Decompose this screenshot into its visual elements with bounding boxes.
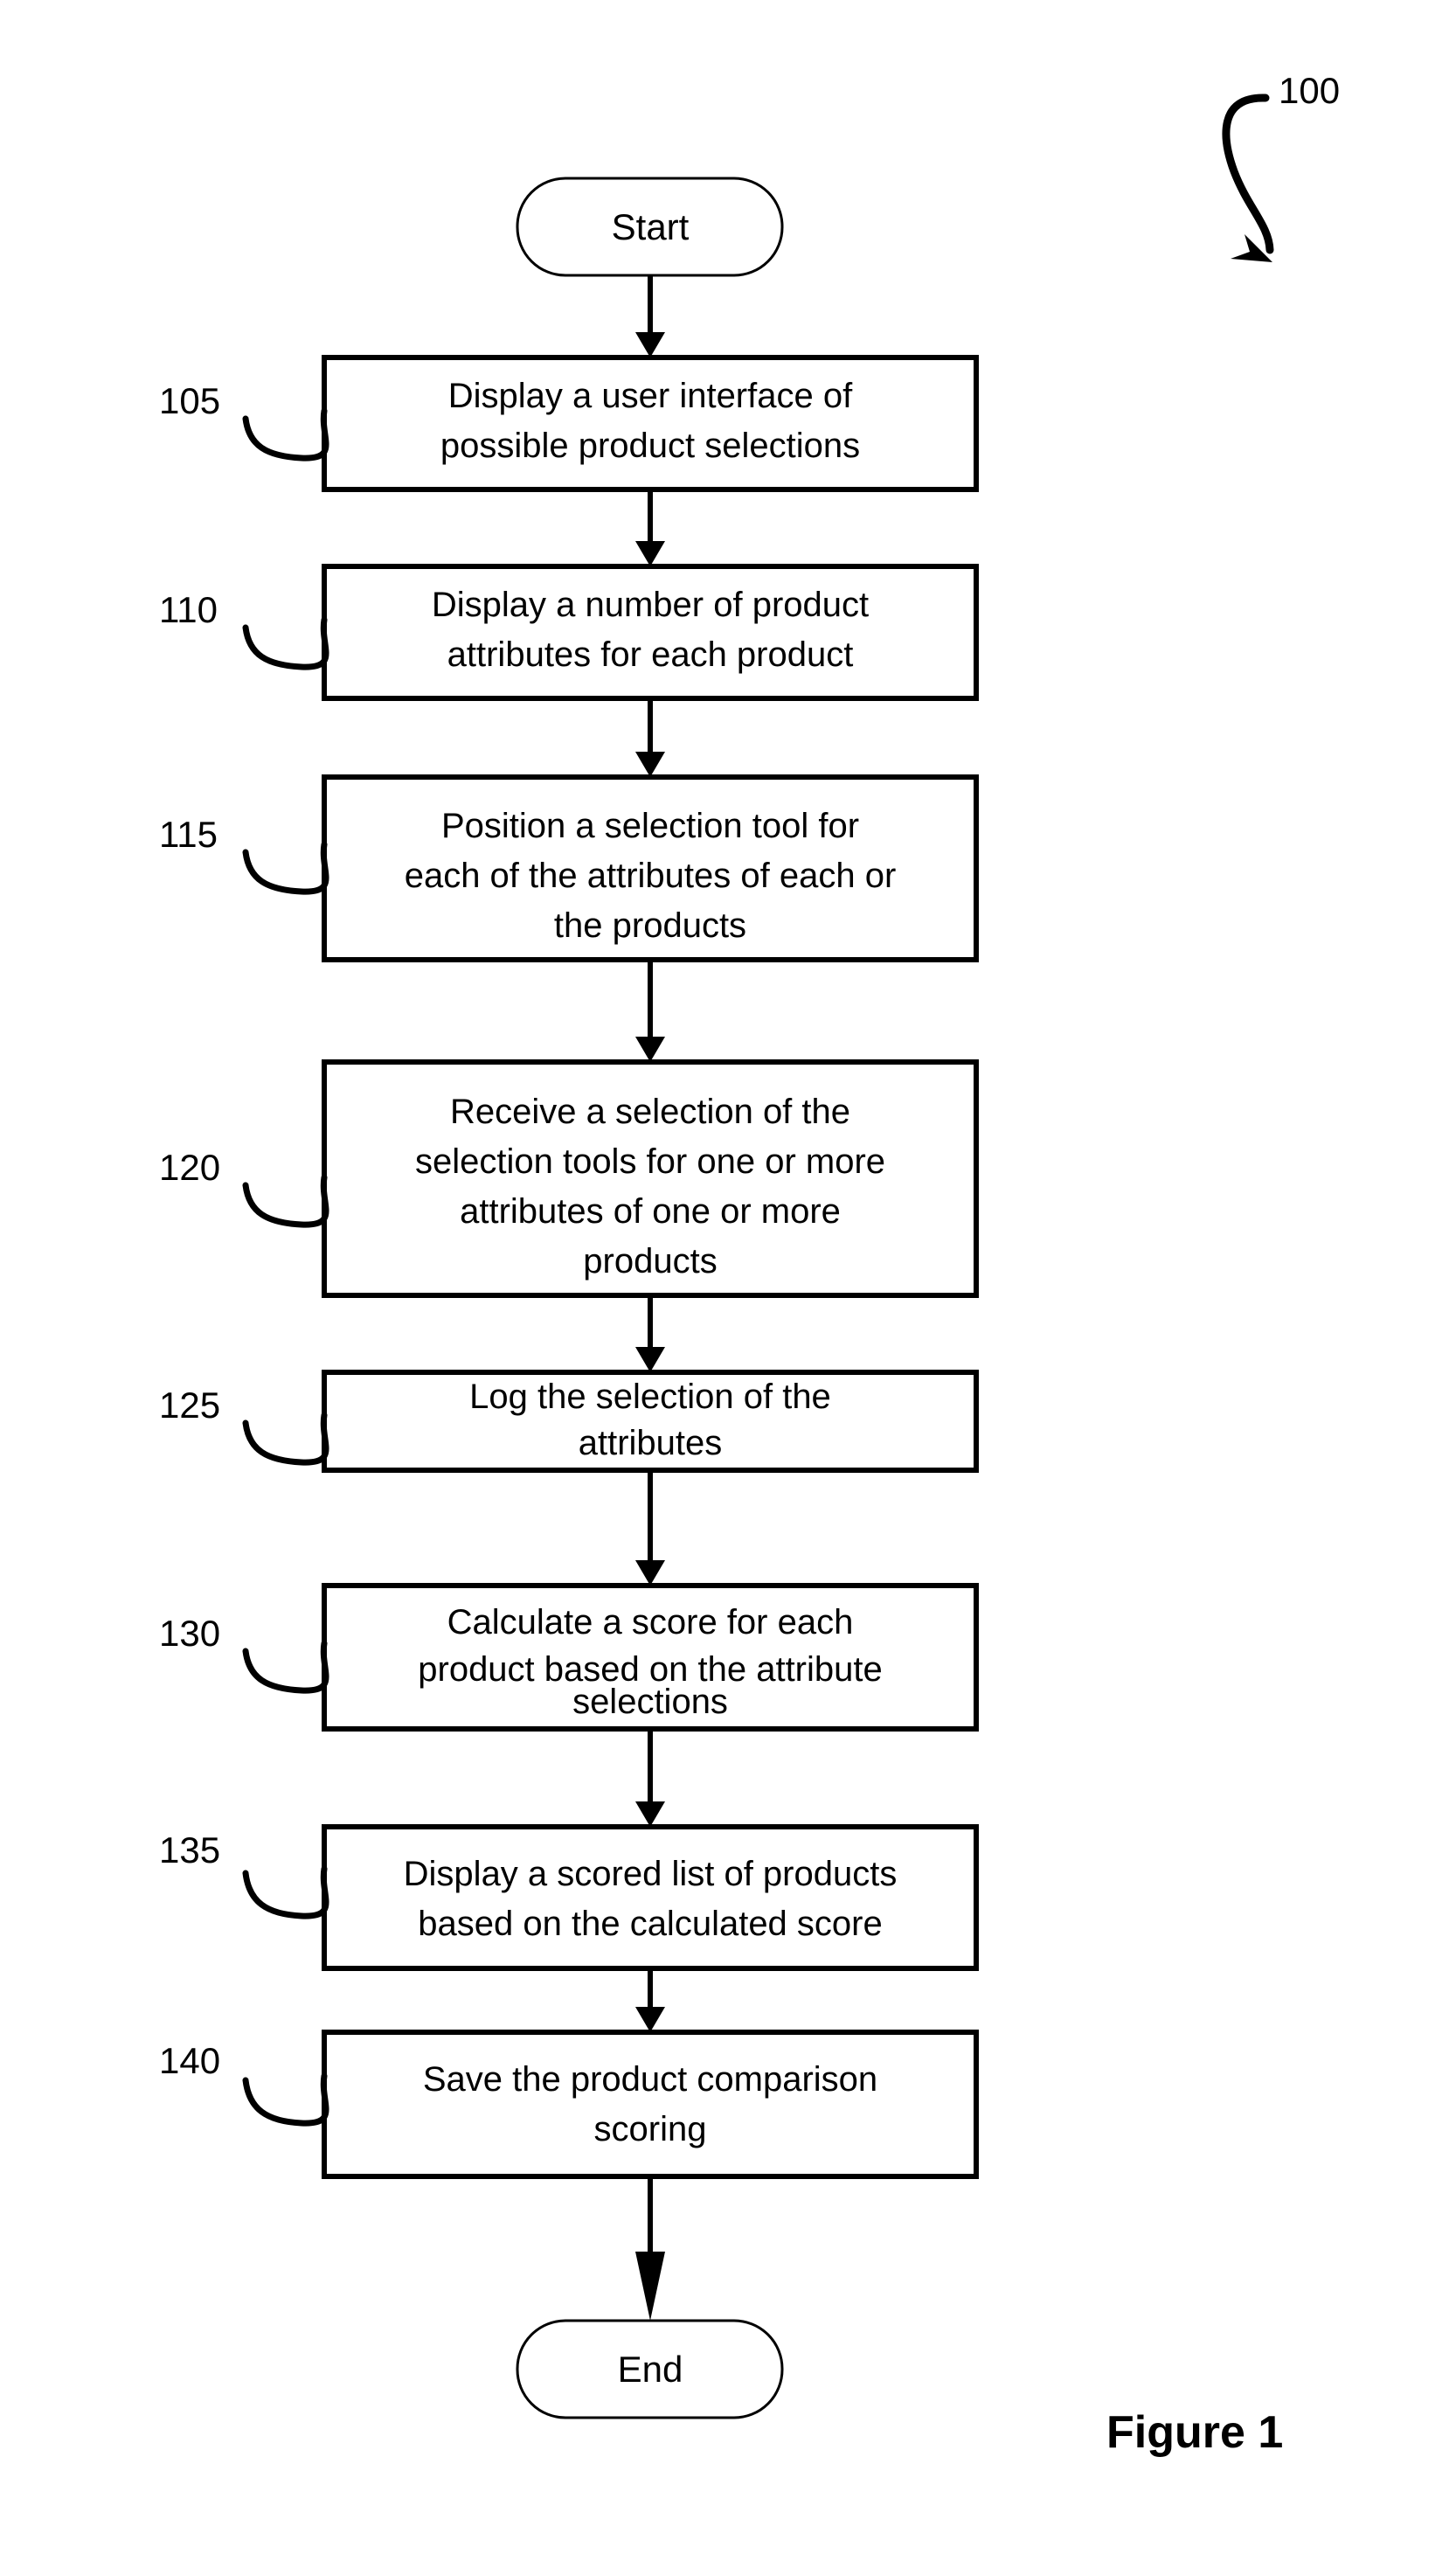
step-135-line-2: based on the calculated score xyxy=(418,1905,882,1943)
connector-140-to-end xyxy=(635,2176,665,2321)
step-135-line-1: Display a scored list of products xyxy=(404,1855,898,1893)
step-120-line-4: products xyxy=(583,1242,717,1281)
process-box-110: Display a number of product attributes f… xyxy=(159,564,979,701)
step-140-reference-number: 140 xyxy=(159,2040,220,2081)
step-130-line-1: Calculate a score for each xyxy=(447,1603,854,1641)
step-140-line-2: scoring xyxy=(594,2110,707,2148)
step-115-line-1: Position a selection tool for xyxy=(441,807,859,845)
step-140-leader xyxy=(242,2072,329,2127)
connector-130-to-135 xyxy=(635,1729,665,1827)
step-140-line-1: Save the product comparison xyxy=(423,2060,877,2099)
step-125-leader xyxy=(242,1412,329,1466)
connector-110-to-115 xyxy=(635,698,665,777)
step-120-line-2: selection tools for one or more xyxy=(415,1142,885,1181)
step-105-leader xyxy=(242,407,329,462)
step-120-line-1: Receive a selection of the xyxy=(450,1093,850,1131)
patent-figure: 100 Start Display a user interface of po… xyxy=(0,0,1456,2575)
step-130-reference-number: 130 xyxy=(159,1613,220,1654)
terminal-start: Start xyxy=(516,177,784,277)
step-140-shape xyxy=(322,2030,979,2179)
start-label: Start xyxy=(612,206,690,247)
step-110-leader xyxy=(242,616,329,670)
step-120-leader xyxy=(242,1174,329,1228)
step-125-line-2: attributes xyxy=(579,1424,723,1462)
figure-reference-number: 100 xyxy=(1279,70,1340,111)
step-135-reference-number: 135 xyxy=(159,1829,220,1871)
process-box-105: Display a user interface of possible pro… xyxy=(159,355,979,492)
step-125-reference-number: 125 xyxy=(159,1385,220,1426)
step-130-line-3: selections xyxy=(572,1683,728,1721)
step-115-line-3: the products xyxy=(554,906,746,945)
step-120-line-3: attributes of one or more xyxy=(460,1192,841,1231)
process-box-140: Save the product comparison scoring 140 xyxy=(159,2030,979,2179)
step-115-leader xyxy=(242,841,329,895)
step-125-line-1: Log the selection of the xyxy=(469,1378,831,1416)
terminal-end: End xyxy=(516,2319,784,2419)
process-box-120: Receive a selection of the selection too… xyxy=(159,1059,979,1298)
step-110-reference-number: 110 xyxy=(159,589,218,630)
step-115-line-2: each of the attributes of each or xyxy=(405,857,897,895)
end-label: End xyxy=(618,2349,683,2390)
step-115-reference-number: 115 xyxy=(159,814,218,855)
connector-105-to-110 xyxy=(635,489,665,566)
step-135-leader xyxy=(242,1865,329,1919)
flowchart-diagram: 100 Start Display a user interface of po… xyxy=(159,70,1340,2458)
step-105-line-2: possible product selections xyxy=(440,427,860,465)
connector-start-to-105 xyxy=(635,275,665,357)
process-box-115: Position a selection tool for each of th… xyxy=(159,774,979,962)
figure-caption: Figure 1 xyxy=(1106,2407,1283,2458)
step-135-shape xyxy=(322,1824,979,1971)
connector-125-to-130 xyxy=(635,1470,665,1586)
process-box-135: Display a scored list of products based … xyxy=(159,1824,979,1971)
step-105-reference-number: 105 xyxy=(159,380,220,421)
connector-120-to-125 xyxy=(635,1295,665,1372)
figure-reference-callout: 100 xyxy=(1222,70,1340,262)
process-box-125: Log the selection of the attributes 125 xyxy=(159,1370,979,1473)
process-box-130: Calculate a score for each product based… xyxy=(159,1583,979,1732)
connector-135-to-140 xyxy=(635,1968,665,2032)
step-105-line-1: Display a user interface of xyxy=(448,377,853,415)
step-120-reference-number: 120 xyxy=(159,1147,220,1188)
connector-115-to-120 xyxy=(635,960,665,1062)
step-130-leader xyxy=(242,1640,329,1694)
figure-reference-leader xyxy=(1222,94,1274,254)
step-110-line-2: attributes for each product xyxy=(447,635,854,674)
step-110-line-1: Display a number of product xyxy=(432,586,869,624)
